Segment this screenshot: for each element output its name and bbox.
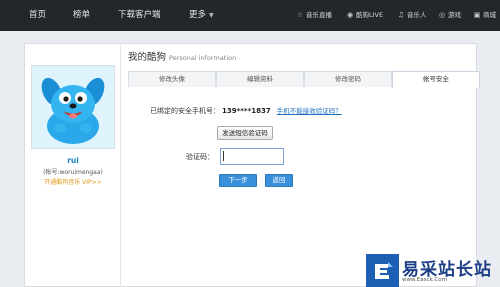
tab-change-avatar[interactable]: 修改头像 [128, 71, 216, 87]
watermark: 易采站长站 www.Easck.Com [366, 254, 500, 287]
nav-games-label: 游戏 [448, 11, 461, 19]
avatar[interactable] [31, 65, 115, 149]
nav-download-client[interactable]: 下载客户端 [118, 0, 161, 31]
nav-shop[interactable]: ▣ 商城 [473, 0, 496, 31]
verification-code-label: 验证码： [186, 153, 214, 161]
nav-musician[interactable]: ♫ 音乐人 [397, 0, 427, 31]
text-cursor [223, 151, 224, 161]
page-subtitle: Personal information [169, 54, 237, 62]
shop-icon: ▣ [473, 11, 481, 19]
watermark-logo-icon [366, 254, 399, 287]
nav-music-live-label: 音乐直播 [306, 11, 332, 19]
main-panel: 我的酷狗 Personal information 修改头像 编辑资料 修改密码 … [122, 44, 480, 287]
username: rui [67, 156, 79, 165]
watermark-url: www.Easck.Com [402, 277, 447, 283]
tab-change-password[interactable]: 修改密码 [304, 71, 392, 87]
nav-games[interactable]: ◎ 游戏 [438, 0, 461, 31]
star-icon: ☆ [296, 11, 304, 19]
cannot-receive-code-link[interactable]: 手机不能接收验证码？ [277, 107, 342, 115]
page-title-text: 我的酷狗 [128, 52, 167, 63]
nav-kugou-live-label: 酷狗LIVE [356, 11, 384, 19]
nav-music-live[interactable]: ☆ 音乐直播 [296, 0, 332, 31]
account-id: (帐号:woruimengaa) [43, 169, 103, 176]
chevron-down-icon: ▼ [209, 12, 214, 19]
bound-phone-label: 已绑定的安全手机号： [150, 107, 220, 115]
verification-code-input[interactable] [220, 148, 284, 165]
page-title: 我的酷狗 Personal information [128, 49, 236, 63]
profile-sidebar: rui (帐号:woruimengaa) 开通酷狗音乐 VIP>> [25, 44, 121, 287]
tab-account-security[interactable]: 帐号安全 [392, 71, 480, 88]
back-button[interactable]: 返回 [265, 174, 293, 187]
top-navigation-bar: 首页 榜单 下载客户端 更多 ▼ ☆ 音乐直播 ◉ 酷狗LIVE ♫ 音乐人 ◎ 游戏 ▣… [0, 0, 500, 31]
nav-more-label: 更多 [189, 10, 207, 20]
send-sms-code-button[interactable]: 发送短信验证码 [217, 126, 273, 140]
live-icon: ◉ [346, 11, 354, 19]
avatar-image [32, 66, 114, 148]
account-card: rui (帐号:woruimengaa) 开通酷狗音乐 VIP>> 我的酷狗 Pe… [24, 43, 480, 287]
tab-bar: 修改头像 编辑资料 修改密码 帐号安全 [128, 71, 480, 88]
nav-musician-label: 音乐人 [407, 11, 427, 19]
tab-edit-profile[interactable]: 编辑资料 [216, 71, 304, 87]
bound-phone-number: 139****1837 [222, 107, 271, 115]
nav-shop-label: 商城 [483, 11, 496, 19]
nav-kugou-live[interactable]: ◉ 酷狗LIVE [346, 0, 383, 31]
headphones-icon: ♫ [397, 11, 405, 19]
next-step-button[interactable]: 下一步 [219, 174, 257, 187]
vip-upgrade-link[interactable]: 开通酷狗音乐 VIP>> [25, 177, 121, 186]
bound-phone-row: 已绑定的安全手机号： 139****1837 手机不能接收验证码？ [150, 105, 342, 116]
nav-home[interactable]: 首页 [29, 0, 46, 31]
nav-charts[interactable]: 榜单 [73, 0, 90, 31]
nav-more[interactable]: 更多 ▼ [189, 0, 214, 31]
gamepad-icon: ◎ [438, 11, 446, 19]
